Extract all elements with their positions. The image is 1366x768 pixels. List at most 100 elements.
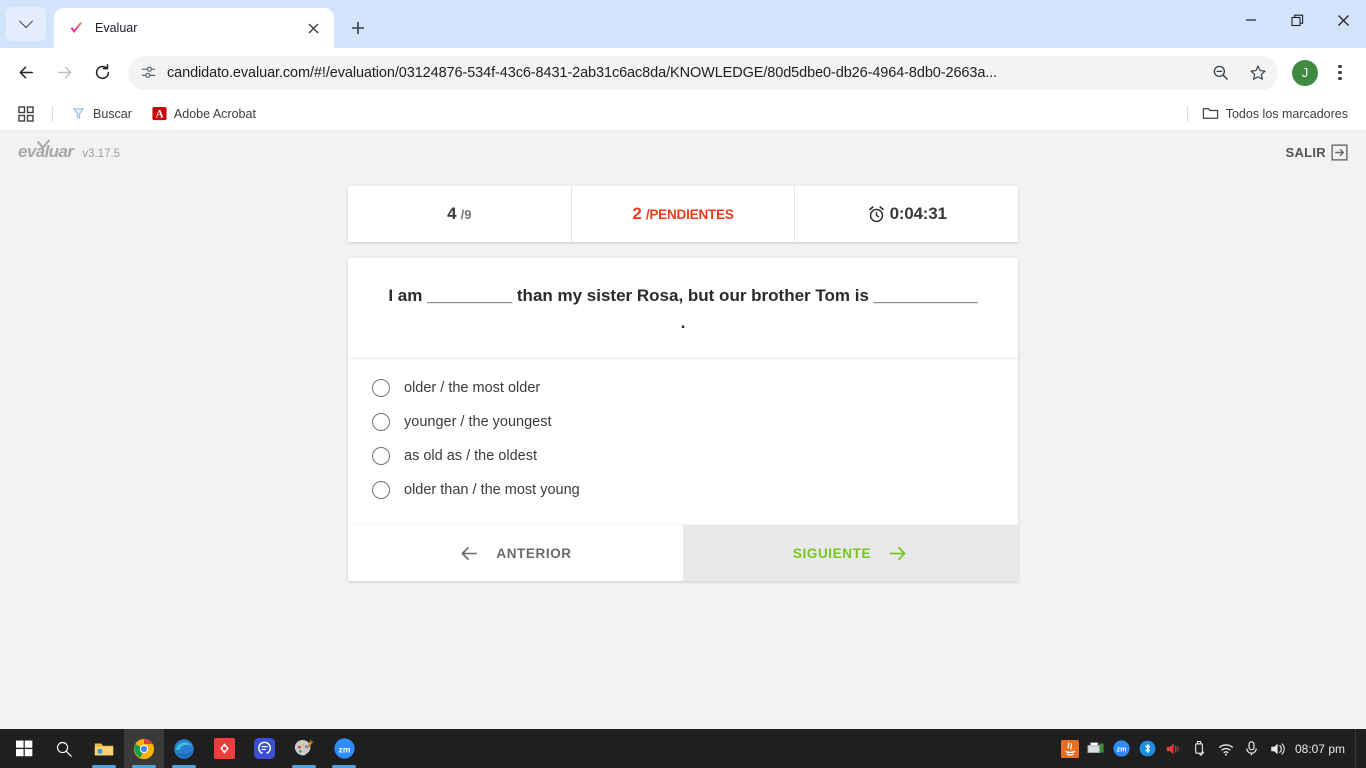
all-bookmarks-button[interactable]: Todos los marcadores: [1194, 101, 1356, 126]
forward-button: [46, 55, 82, 91]
usb-tray-icon[interactable]: [1187, 729, 1213, 768]
radio-button-icon[interactable]: [372, 447, 390, 466]
close-icon[interactable]: [302, 17, 324, 39]
evaluar-check-favicon: [68, 20, 85, 37]
radio-button-icon[interactable]: [372, 379, 390, 398]
browser-window: Evaluar candidato.evaluar.com/#!/evaluat…: [0, 0, 1366, 729]
back-button[interactable]: [8, 55, 44, 91]
app-header: evaluar v3.17.5 SALIR: [0, 131, 1366, 173]
search-button[interactable]: [44, 729, 84, 768]
search-engine-icon: [71, 106, 86, 121]
answer-option[interactable]: younger / the youngest: [348, 405, 1018, 439]
chrome-button[interactable]: [124, 729, 164, 768]
chrome-menu-button[interactable]: [1326, 59, 1354, 87]
answer-option[interactable]: older / the most older: [348, 371, 1018, 405]
next-label: SIGUIENTE: [792, 545, 872, 561]
file-explorer-button[interactable]: [84, 729, 124, 768]
system-tray: zm 08:07 pm: [1057, 729, 1362, 768]
new-tab-button[interactable]: [342, 12, 374, 44]
pending-label: /PENDIENTES: [645, 206, 734, 222]
radio-button-icon[interactable]: [372, 413, 390, 432]
divider: [52, 105, 53, 122]
previous-label: ANTERIOR: [496, 545, 572, 561]
bookmark-star-icon[interactable]: [1244, 59, 1272, 87]
close-window-button[interactable]: [1320, 0, 1366, 40]
page-content: evaluar v3.17.5 SALIR 4 /9 2 /PENDIENTES…: [0, 131, 1366, 729]
bookmark-buscar[interactable]: Buscar: [63, 102, 140, 125]
apps-grid-button[interactable]: [10, 102, 42, 126]
exit-icon: [1331, 143, 1348, 161]
profile-avatar[interactable]: J: [1292, 59, 1318, 86]
red-app-button[interactable]: [204, 729, 244, 768]
evaluar-logo: evaluar: [18, 133, 74, 162]
answer-options: older / the most older younger / the you…: [348, 359, 1018, 525]
svg-text:zm: zm: [1117, 746, 1127, 754]
show-desktop-button[interactable]: [1355, 729, 1360, 768]
taskbar-clock[interactable]: 08:07 pm: [1291, 742, 1355, 756]
logout-label: SALIR: [1285, 144, 1326, 160]
svg-text:zm: zm: [338, 744, 350, 754]
tab-title: Evaluar: [95, 21, 138, 35]
bookmark-label: Buscar: [93, 106, 132, 121]
exam-container: 4 /9 2 /PENDIENTES 0:04:31 I am ________…: [348, 186, 1018, 582]
answer-option-label: older than / the most young: [404, 482, 580, 499]
pending-count-status: 2 /PENDIENTES: [570, 186, 795, 242]
tab-strip: Evaluar: [0, 0, 1366, 48]
paint-app-button[interactable]: [284, 729, 324, 768]
svg-text:A: A: [155, 108, 164, 120]
next-question-button[interactable]: SIGUIENTE: [683, 525, 1018, 582]
site-settings-icon[interactable]: [140, 64, 157, 81]
pending-count: 2: [632, 204, 642, 223]
answer-option-label: as old as / the oldest: [404, 448, 537, 465]
maximize-restore-button[interactable]: [1274, 0, 1320, 40]
bookmark-adobe-acrobat[interactable]: A Adobe Acrobat: [144, 102, 264, 125]
browser-toolbar: candidato.evaluar.com/#!/evaluation/0312…: [0, 48, 1366, 97]
all-bookmarks-label: Todos los marcadores: [1225, 106, 1348, 121]
start-button[interactable]: [4, 729, 44, 768]
radio-button-icon[interactable]: [372, 481, 390, 500]
chevron-down-icon: [18, 14, 34, 29]
question-total: /9: [460, 206, 472, 222]
logout-button[interactable]: SALIR: [1285, 143, 1349, 161]
address-bar[interactable]: candidato.evaluar.com/#!/evaluation/0312…: [128, 55, 1278, 90]
url-text: candidato.evaluar.com/#!/evaluation/0312…: [167, 64, 998, 81]
alarm-clock-icon: [867, 205, 886, 224]
folder-icon: [1202, 105, 1219, 122]
tab-search-button[interactable]: [6, 7, 46, 41]
adobe-acrobat-icon: A: [152, 106, 167, 121]
window-controls: [1228, 0, 1366, 48]
question-progress: 4 /9: [348, 186, 571, 242]
network-printer-tray-icon[interactable]: [1083, 729, 1109, 768]
zoom-out-icon[interactable]: [1206, 59, 1234, 87]
bluetooth-tray-icon[interactable]: [1135, 729, 1161, 768]
question-current: 4: [447, 204, 457, 223]
reload-button[interactable]: [84, 55, 120, 91]
app-version: v3.17.5: [82, 148, 121, 160]
timer-value: 0:04:31: [889, 204, 947, 223]
answer-option-label: older / the most older: [404, 380, 541, 397]
zoom-app-button[interactable]: zm: [324, 729, 364, 768]
microphone-tray-icon[interactable]: [1239, 729, 1265, 768]
speaker-muted-tray-icon[interactable]: [1161, 729, 1187, 768]
bookmark-label: Adobe Acrobat: [173, 106, 256, 121]
java-tray-icon[interactable]: [1057, 729, 1083, 768]
volume-tray-icon[interactable]: [1265, 729, 1291, 768]
wifi-tray-icon[interactable]: [1213, 729, 1239, 768]
brand: evaluar v3.17.5: [18, 133, 121, 162]
bookmarks-bar: Buscar A Adobe Acrobat Todos los marcado…: [0, 97, 1366, 131]
question-card: I am _________ than my sister Rosa, but …: [348, 258, 1018, 526]
answer-option[interactable]: as old as / the oldest: [348, 439, 1018, 473]
minimize-button[interactable]: [1228, 0, 1274, 40]
divider: [1186, 105, 1188, 122]
previous-question-button[interactable]: ANTERIOR: [348, 525, 683, 582]
question-text: I am _________ than my sister Rosa, but …: [348, 258, 1018, 360]
answer-option[interactable]: older than / the most young: [348, 473, 1018, 507]
question-navigation: ANTERIOR SIGUIENTE: [348, 525, 1018, 582]
browser-tab-evaluar[interactable]: Evaluar: [54, 8, 334, 48]
blue-chat-app-button[interactable]: [244, 729, 284, 768]
exam-status-bar: 4 /9 2 /PENDIENTES 0:04:31: [348, 186, 1018, 242]
zoom-tray-icon[interactable]: zm: [1109, 729, 1135, 768]
all-bookmarks-region: Todos los marcadores: [1181, 101, 1356, 126]
edge-button[interactable]: [164, 729, 204, 768]
arrow-right-icon: [887, 543, 908, 564]
